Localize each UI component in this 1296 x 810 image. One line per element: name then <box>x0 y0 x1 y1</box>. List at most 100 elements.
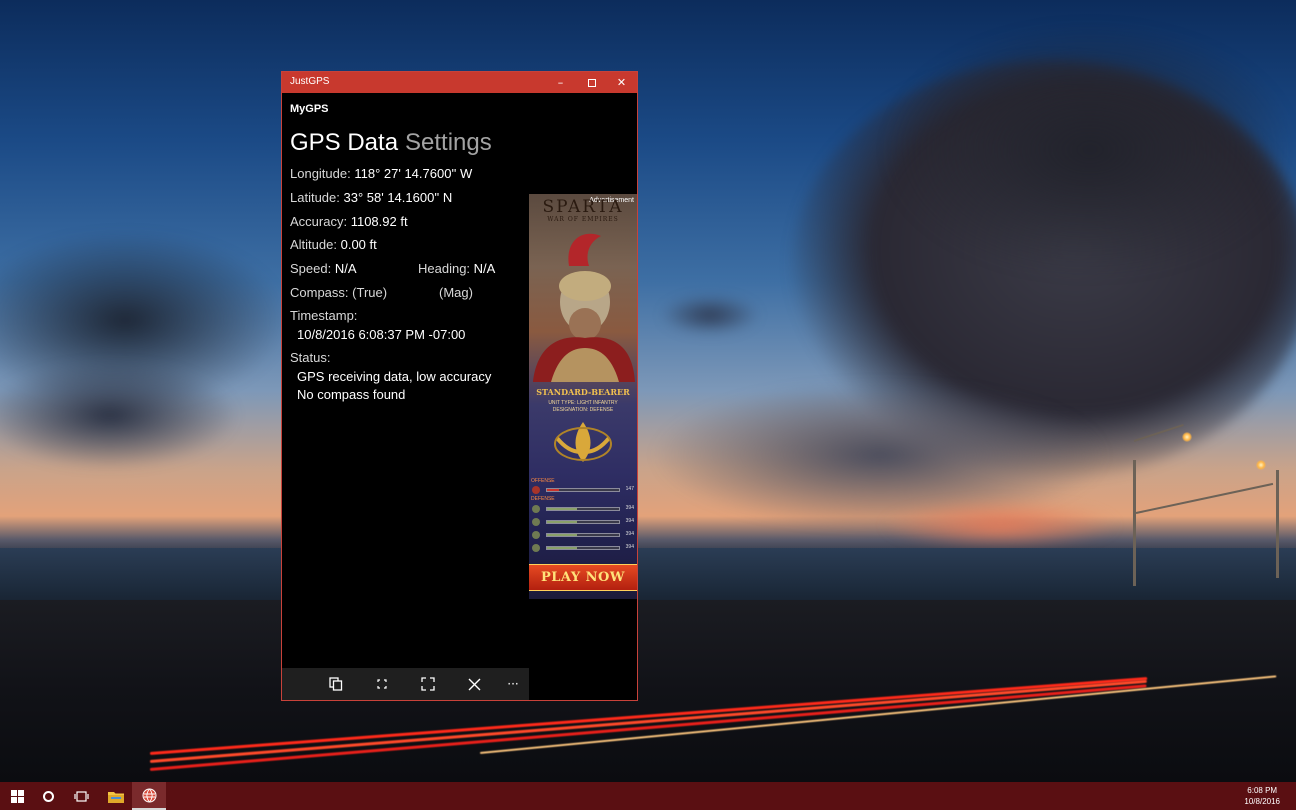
ad-stat-row: 147 <box>532 486 634 494</box>
longitude-row: Longitude: 118° 27' 14.7600'' W <box>290 166 472 181</box>
cloud <box>0 360 240 470</box>
offense-icon <box>532 486 540 494</box>
accuracy-label: Accuracy: <box>290 214 348 229</box>
latitude-row: Latitude: 33° 58' 14.1600'' N <box>290 190 452 205</box>
task-view-icon <box>73 790 89 802</box>
windows-logo-icon <box>10 789 24 803</box>
defense-icon <box>532 518 540 526</box>
compass-true-label: (True) <box>352 285 388 300</box>
sunset-glow <box>880 500 1120 550</box>
desktop-wallpaper <box>0 0 1296 782</box>
compass-row: Compass: (True) <box>290 285 387 300</box>
ad-stat-row: 394 <box>532 531 634 539</box>
warrior-illustration <box>533 233 635 382</box>
app-bar: ··· <box>282 668 529 700</box>
ad-stat-fill <box>547 547 578 549</box>
title-bar[interactable]: JustGPS – ✕ <box>282 72 637 93</box>
app-window[interactable]: JustGPS – ✕ MyGPS GPS Data Settings Long… <box>281 71 638 701</box>
more-button[interactable]: ··· <box>498 668 528 700</box>
altitude-value: 0.00 ft <box>340 237 377 252</box>
compass-mag-label: (Mag) <box>439 285 473 300</box>
ad-stat-fill <box>547 534 578 536</box>
ad-stat-value: 394 <box>625 518 634 524</box>
ad-stat-fill <box>547 521 578 523</box>
speed-label: Speed: <box>290 261 332 276</box>
latitude-label: Latitude: <box>290 190 340 205</box>
heading-row: Heading: N/A <box>418 261 495 276</box>
ad-stat-bar <box>546 488 620 492</box>
longitude-label: Longitude: <box>290 166 351 181</box>
ad-stat-fill <box>547 508 578 510</box>
maximize-icon <box>587 78 596 87</box>
ad-subtitle: WAR OF EMPIRES <box>547 216 619 223</box>
more-icon: ··· <box>507 677 519 691</box>
play-now-button[interactable]: PLAY NOW <box>529 564 637 591</box>
ad-stat-bar <box>546 533 620 537</box>
traffic-signal-arm <box>1135 482 1274 514</box>
ad-unit-type: UNIT TYPE: LIGHT INFANTRY <box>548 400 618 406</box>
compass-label: Compass: <box>290 285 349 300</box>
minimize-icon: – <box>557 76 564 89</box>
timestamp-value: 10/8/2016 6:08:37 PM -07:00 <box>297 327 466 342</box>
ad-stat-bar <box>546 507 620 511</box>
ad-stat-fill <box>547 489 559 491</box>
ad-stat-value: 394 <box>625 544 634 550</box>
full-screen-button[interactable] <box>413 668 443 700</box>
altitude-row: Altitude: 0.00 ft <box>290 237 377 252</box>
advertisement-banner[interactable]: Advertisement SPARTA WAR OF EMPIRES STAN… <box>529 194 637 599</box>
folder-icon <box>108 791 124 803</box>
defense-icon <box>532 531 540 539</box>
accuracy-value: 1108.92 ft <box>350 214 408 229</box>
ad-stat-bar <box>546 546 620 550</box>
ad-stat-bar <box>546 520 620 524</box>
task-view-button[interactable] <box>64 782 98 810</box>
file-explorer-button[interactable] <box>99 782 133 810</box>
full-screen-icon <box>421 677 435 691</box>
defense-icon <box>532 505 540 513</box>
copy-button[interactable] <box>321 668 351 700</box>
longitude-value: 118° 27' 14.7600'' W <box>354 166 473 181</box>
timestamp-label: Timestamp: <box>290 308 358 323</box>
cloud <box>880 20 1296 280</box>
close-icon <box>468 678 480 690</box>
laurel-emblem-icon <box>554 422 612 462</box>
cortana-button[interactable] <box>31 782 65 810</box>
taskbar: 6:08 PM 10/8/2016 <box>0 782 1296 810</box>
start-button[interactable] <box>0 782 34 810</box>
defense-icon <box>532 544 540 552</box>
status-line: GPS receiving data, low accuracy <box>297 369 492 384</box>
street-light-lamp <box>1256 460 1266 470</box>
minimize-button[interactable]: – <box>545 72 576 93</box>
justgps-taskbar-button[interactable] <box>132 782 166 810</box>
heading-value: N/A <box>473 261 496 276</box>
taskbar-clock[interactable]: 6:08 PM 10/8/2016 <box>1244 785 1280 807</box>
window-title: JustGPS <box>290 76 330 87</box>
street-light-pole <box>1133 460 1136 586</box>
maximize-button[interactable] <box>576 72 607 93</box>
compact-overlay-icon <box>377 679 387 689</box>
status-line: No compass found <box>297 387 406 402</box>
compact-overlay-button[interactable] <box>367 668 397 700</box>
tab-settings[interactable]: Settings <box>405 129 492 157</box>
ad-stat-row: 394 <box>532 505 634 513</box>
tab-gps-data[interactable]: GPS Data <box>290 129 398 157</box>
cloud <box>660 295 760 335</box>
status-label: Status: <box>290 350 331 365</box>
ad-unit-name: STANDARD-BEARER <box>536 387 630 397</box>
ad-offense-label: OFFENSE <box>531 478 555 484</box>
ad-stat-value: 394 <box>625 505 634 511</box>
ad-stat-row: 394 <box>532 518 634 526</box>
clock-date: 10/8/2016 <box>1244 797 1280 806</box>
close-app-button[interactable] <box>459 668 489 700</box>
compass-mag-row: (Mag) <box>439 285 473 300</box>
globe-icon <box>142 788 156 802</box>
speed-row: Speed: N/A <box>290 261 357 276</box>
close-icon: ✕ <box>616 76 627 89</box>
copy-icon <box>329 677 343 691</box>
ad-defense-label: DEFENSE <box>531 496 555 502</box>
app-name: MyGPS <box>290 103 329 115</box>
accuracy-row: Accuracy: 1108.92 ft <box>290 214 408 229</box>
latitude-value: 33° 58' 14.1600'' N <box>343 190 453 205</box>
clock-time: 6:08 PM <box>1247 786 1278 795</box>
close-window-button[interactable]: ✕ <box>606 72 637 93</box>
